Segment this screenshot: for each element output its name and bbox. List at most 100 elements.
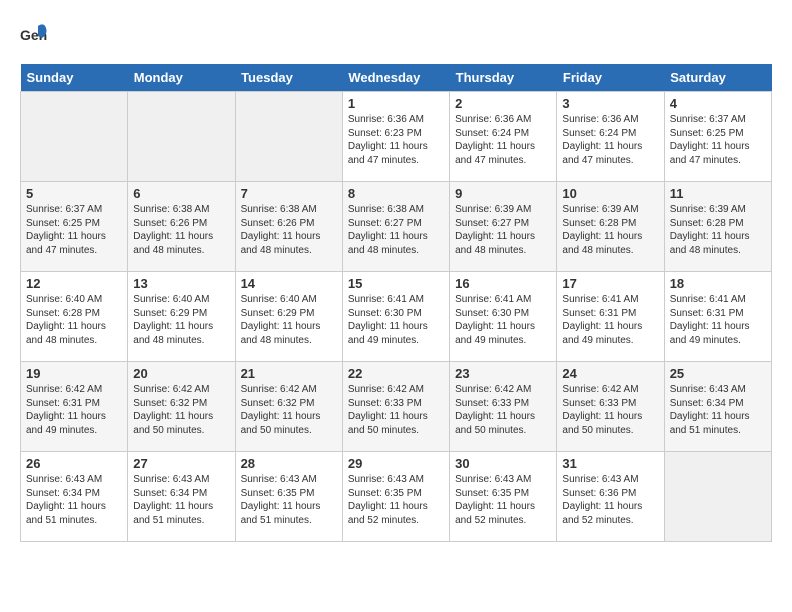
calendar-cell: 20 Sunrise: 6:42 AM Sunset: 6:32 PM Dayli…	[128, 362, 235, 452]
calendar-cell: 15 Sunrise: 6:41 AM Sunset: 6:30 PM Dayli…	[342, 272, 449, 362]
day-info: Sunrise: 6:40 AM Sunset: 6:29 PM Dayligh…	[133, 293, 229, 347]
calendar-week-row: 12Sunrise: 6:40 AM Sunset: 6:28 PM Dayli…	[21, 272, 772, 362]
day-info: Sunrise: 6:38 AM Sunset: 6:26 PM Dayligh…	[133, 203, 229, 257]
day-number: 3	[562, 96, 658, 111]
day-header-friday: Friday	[557, 64, 664, 92]
day-number: 25	[670, 366, 766, 381]
day-number: 26	[26, 456, 122, 471]
calendar-cell: 9Sunrise: 6:39 AM Sunset: 6:27 PM Daylig…	[450, 182, 557, 272]
page-header: Gen	[20, 20, 772, 48]
day-number: 16	[455, 276, 551, 291]
day-header-sunday: Sunday	[21, 64, 128, 92]
calendar-cell: 5Sunrise: 6:37 AM Sunset: 6:25 PM Daylig…	[21, 182, 128, 272]
day-header-thursday: Thursday	[450, 64, 557, 92]
day-number: 21	[241, 366, 337, 381]
day-number: 22	[348, 366, 444, 381]
calendar-week-row: 5Sunrise: 6:37 AM Sunset: 6:25 PM Daylig…	[21, 182, 772, 272]
day-info: Sunrise: 6:36 AM Sunset: 6:24 PM Dayligh…	[455, 113, 551, 167]
day-number: 14	[241, 276, 337, 291]
day-number: 4	[670, 96, 766, 111]
calendar-cell: 23 Sunrise: 6:42 AM Sunset: 6:33 PM Dayli…	[450, 362, 557, 452]
day-info: Sunrise: 6:43 AM Sunset: 6:36 PM Dayligh…	[562, 473, 658, 527]
day-number: 6	[133, 186, 229, 201]
calendar-cell: 21 Sunrise: 6:42 AM Sunset: 6:32 PM Dayli…	[235, 362, 342, 452]
calendar-cell: 18 Sunrise: 6:41 AM Sunset: 6:31 PM Dayli…	[664, 272, 771, 362]
calendar-header-row: SundayMondayTuesdayWednesdayThursdayFrid…	[21, 64, 772, 92]
day-number: 28	[241, 456, 337, 471]
day-info: Sunrise: 6:42 AM Sunset: 6:32 PM Dayligh…	[241, 383, 337, 437]
logo: Gen	[20, 20, 50, 48]
calendar-cell: 11 Sunrise: 6:39 AM Sunset: 6:28 PM Dayli…	[664, 182, 771, 272]
day-number: 1	[348, 96, 444, 111]
calendar-cell: 16Sunrise: 6:41 AM Sunset: 6:30 PM Dayli…	[450, 272, 557, 362]
calendar-cell: 1 Sunrise: 6:36 AM Sunset: 6:23 PM Daylig…	[342, 92, 449, 182]
day-info: Sunrise: 6:42 AM Sunset: 6:32 PM Dayligh…	[133, 383, 229, 437]
logo-icon: Gen	[20, 20, 48, 48]
day-info: Sunrise: 6:43 AM Sunset: 6:34 PM Dayligh…	[133, 473, 229, 527]
calendar-table: SundayMondayTuesdayWednesdayThursdayFrid…	[20, 64, 772, 542]
day-number: 20	[133, 366, 229, 381]
calendar-cell: 3 Sunrise: 6:36 AM Sunset: 6:24 PM Daylig…	[557, 92, 664, 182]
day-number: 17	[562, 276, 658, 291]
day-info: Sunrise: 6:39 AM Sunset: 6:28 PM Dayligh…	[670, 203, 766, 257]
day-info: Sunrise: 6:36 AM Sunset: 6:23 PM Dayligh…	[348, 113, 444, 167]
day-header-tuesday: Tuesday	[235, 64, 342, 92]
calendar-cell: 26Sunrise: 6:43 AM Sunset: 6:34 PM Dayli…	[21, 452, 128, 542]
day-number: 7	[241, 186, 337, 201]
calendar-week-row: 19Sunrise: 6:42 AM Sunset: 6:31 PM Dayli…	[21, 362, 772, 452]
calendar-cell: 2 Sunrise: 6:36 AM Sunset: 6:24 PM Daylig…	[450, 92, 557, 182]
day-number: 2	[455, 96, 551, 111]
day-number: 18	[670, 276, 766, 291]
day-info: Sunrise: 6:39 AM Sunset: 6:28 PM Dayligh…	[562, 203, 658, 257]
calendar-cell: 25 Sunrise: 6:43 AM Sunset: 6:34 PM Dayli…	[664, 362, 771, 452]
calendar-cell: 19Sunrise: 6:42 AM Sunset: 6:31 PM Dayli…	[21, 362, 128, 452]
day-info: Sunrise: 6:36 AM Sunset: 6:24 PM Dayligh…	[562, 113, 658, 167]
day-info: Sunrise: 6:40 AM Sunset: 6:29 PM Dayligh…	[241, 293, 337, 347]
calendar-cell	[128, 92, 235, 182]
calendar-cell	[21, 92, 128, 182]
day-info: Sunrise: 6:42 AM Sunset: 6:33 PM Dayligh…	[348, 383, 444, 437]
day-info: Sunrise: 6:43 AM Sunset: 6:34 PM Dayligh…	[670, 383, 766, 437]
calendar-cell: 17 Sunrise: 6:41 AM Sunset: 6:31 PM Dayli…	[557, 272, 664, 362]
calendar-cell: 4Sunrise: 6:37 AM Sunset: 6:25 PM Daylig…	[664, 92, 771, 182]
day-info: Sunrise: 6:38 AM Sunset: 6:27 PM Dayligh…	[348, 203, 444, 257]
day-header-wednesday: Wednesday	[342, 64, 449, 92]
day-number: 11	[670, 186, 766, 201]
calendar-cell: 30 Sunrise: 6:43 AM Sunset: 6:35 PM Dayli…	[450, 452, 557, 542]
day-info: Sunrise: 6:43 AM Sunset: 6:35 PM Dayligh…	[455, 473, 551, 527]
day-info: Sunrise: 6:41 AM Sunset: 6:30 PM Dayligh…	[348, 293, 444, 347]
calendar-cell: 13Sunrise: 6:40 AM Sunset: 6:29 PM Dayli…	[128, 272, 235, 362]
calendar-cell: 14 Sunrise: 6:40 AM Sunset: 6:29 PM Dayli…	[235, 272, 342, 362]
calendar-cell: 10 Sunrise: 6:39 AM Sunset: 6:28 PM Dayli…	[557, 182, 664, 272]
day-number: 30	[455, 456, 551, 471]
calendar-week-row: 1 Sunrise: 6:36 AM Sunset: 6:23 PM Daylig…	[21, 92, 772, 182]
calendar-cell: 7 Sunrise: 6:38 AM Sunset: 6:26 PM Daylig…	[235, 182, 342, 272]
day-number: 10	[562, 186, 658, 201]
calendar-cell	[664, 452, 771, 542]
calendar-cell: 27Sunrise: 6:43 AM Sunset: 6:34 PM Dayli…	[128, 452, 235, 542]
calendar-cell: 8 Sunrise: 6:38 AM Sunset: 6:27 PM Daylig…	[342, 182, 449, 272]
day-number: 19	[26, 366, 122, 381]
day-info: Sunrise: 6:38 AM Sunset: 6:26 PM Dayligh…	[241, 203, 337, 257]
day-info: Sunrise: 6:41 AM Sunset: 6:31 PM Dayligh…	[562, 293, 658, 347]
day-number: 12	[26, 276, 122, 291]
day-info: Sunrise: 6:43 AM Sunset: 6:35 PM Dayligh…	[241, 473, 337, 527]
day-number: 8	[348, 186, 444, 201]
day-number: 24	[562, 366, 658, 381]
day-number: 23	[455, 366, 551, 381]
day-number: 31	[562, 456, 658, 471]
day-number: 15	[348, 276, 444, 291]
day-header-monday: Monday	[128, 64, 235, 92]
calendar-cell: 12Sunrise: 6:40 AM Sunset: 6:28 PM Dayli…	[21, 272, 128, 362]
calendar-cell: 31 Sunrise: 6:43 AM Sunset: 6:36 PM Dayli…	[557, 452, 664, 542]
calendar-cell: 6 Sunrise: 6:38 AM Sunset: 6:26 PM Daylig…	[128, 182, 235, 272]
day-info: Sunrise: 6:42 AM Sunset: 6:33 PM Dayligh…	[455, 383, 551, 437]
day-info: Sunrise: 6:42 AM Sunset: 6:33 PM Dayligh…	[562, 383, 658, 437]
calendar-week-row: 26 Sunrise: 6:43 AM Sunset: 6:34 PM Dayli…	[21, 452, 772, 542]
day-info: Sunrise: 6:43 AM Sunset: 6:35 PM Dayligh…	[348, 473, 444, 527]
day-info: Sunrise: 6:41 AM Sunset: 6:31 PM Dayligh…	[670, 293, 766, 347]
day-number: 9	[455, 186, 551, 201]
calendar-cell: 28 Sunrise: 6:43 AM Sunset: 6:35 PM Dayli…	[235, 452, 342, 542]
day-header-saturday: Saturday	[664, 64, 771, 92]
calendar-cell: 29Sunrise: 6:43 AM Sunset: 6:35 PM Dayli…	[342, 452, 449, 542]
